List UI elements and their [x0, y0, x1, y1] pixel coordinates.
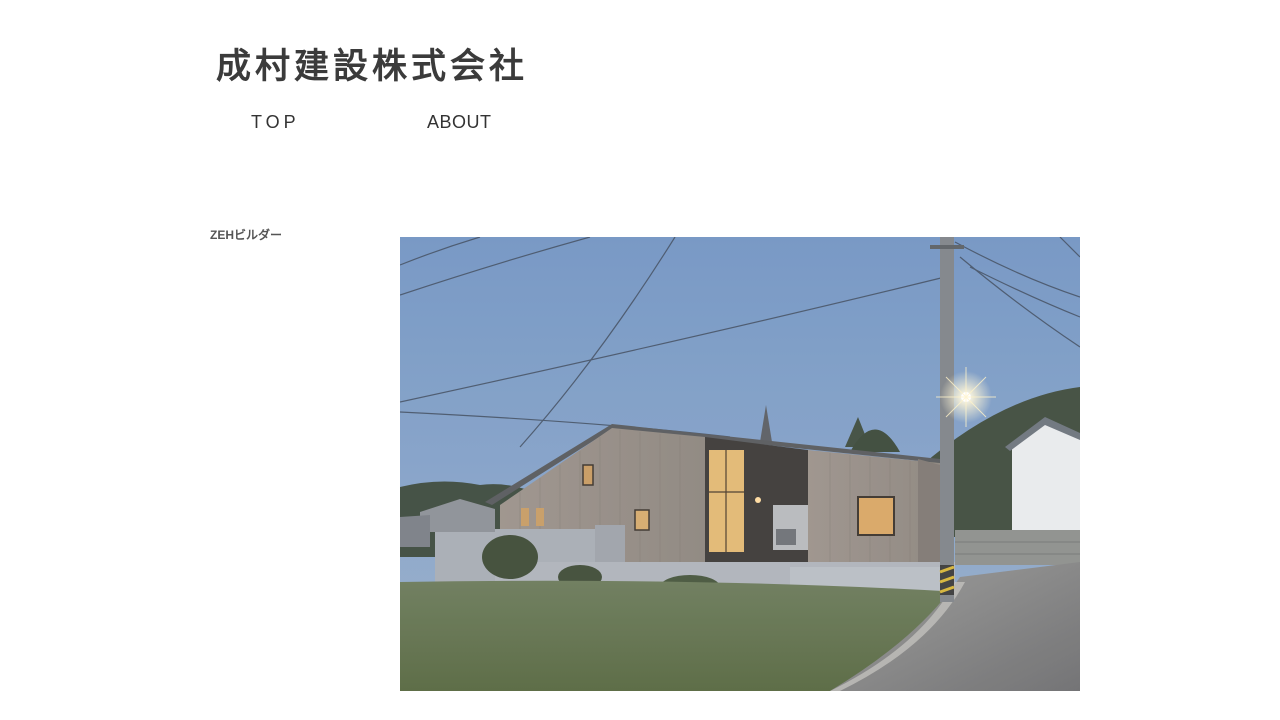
nav-about-link[interactable]: ABOUT [427, 112, 492, 133]
hero-house-photo [400, 237, 1080, 691]
page: 成村建設株式会社 TOP ABOUT ZEHビルダー [0, 0, 1280, 720]
zeh-builder-link[interactable]: ZEHビルダー [210, 226, 282, 243]
nav-top-link[interactable]: TOP [251, 112, 300, 133]
main-nav: TOP ABOUT [0, 112, 600, 142]
site-title[interactable]: 成村建設株式会社 [216, 38, 528, 89]
